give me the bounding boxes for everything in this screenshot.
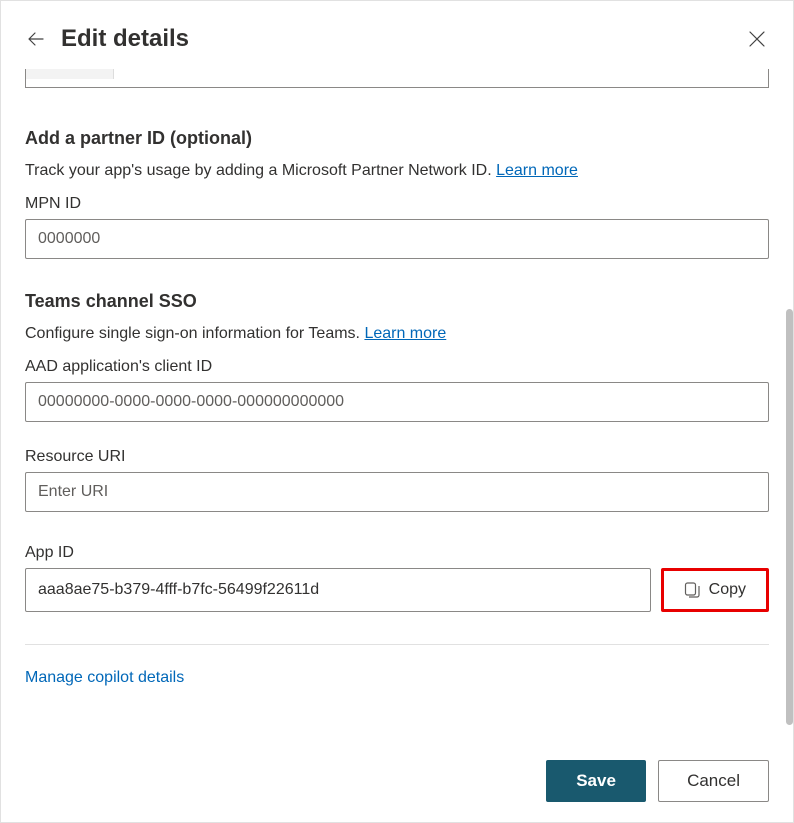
copy-icon <box>684 582 701 599</box>
client-id-field-group: AAD application's client ID <box>25 358 769 422</box>
copy-button[interactable]: Copy <box>666 573 764 607</box>
resource-uri-label: Resource URI <box>25 448 769 466</box>
teams-sso-section: Teams channel SSO Configure single sign-… <box>25 291 769 512</box>
panel-header: Edit details <box>1 1 793 69</box>
header-left: Edit details <box>25 25 189 53</box>
manage-copilot-link[interactable]: Manage copilot details <box>25 669 184 686</box>
mpn-id-input[interactable] <box>25 219 769 259</box>
app-id-row: Copy <box>25 568 769 612</box>
cancel-button[interactable]: Cancel <box>658 760 769 802</box>
app-id-input[interactable] <box>25 568 651 612</box>
resource-uri-field-group: Resource URI <box>25 448 769 512</box>
partner-learn-more-link[interactable]: Learn more <box>496 162 578 179</box>
truncated-previous-field <box>25 69 769 88</box>
scrollbar-thumb[interactable] <box>786 309 793 725</box>
teams-sso-title: Teams channel SSO <box>25 291 769 312</box>
arrow-left-icon <box>26 29 46 49</box>
save-button[interactable]: Save <box>546 760 646 802</box>
scrollbar-track[interactable] <box>785 77 793 725</box>
panel-title: Edit details <box>61 25 189 53</box>
partner-id-section: Add a partner ID (optional) Track your a… <box>25 128 769 259</box>
back-button[interactable] <box>25 28 47 50</box>
partner-id-description: Track your app's usage by adding a Micro… <box>25 159 769 183</box>
client-id-input[interactable] <box>25 382 769 422</box>
truncated-field-addon <box>26 69 114 79</box>
mpn-id-label: MPN ID <box>25 195 769 213</box>
resource-uri-input[interactable] <box>25 472 769 512</box>
client-id-label: AAD application's client ID <box>25 358 769 376</box>
panel-body: Add a partner ID (optional) Track your a… <box>1 69 793 719</box>
sso-learn-more-link[interactable]: Learn more <box>364 325 446 342</box>
copy-button-label: Copy <box>709 581 746 599</box>
partner-id-title: Add a partner ID (optional) <box>25 128 769 149</box>
app-id-section: App ID Copy <box>25 544 769 612</box>
close-icon <box>749 31 765 47</box>
panel-footer: Save Cancel <box>1 740 793 822</box>
teams-sso-description: Configure single sign-on information for… <box>25 322 769 346</box>
close-button[interactable] <box>745 27 769 51</box>
partner-id-desc-text: Track your app's usage by adding a Micro… <box>25 162 496 179</box>
copy-button-highlight: Copy <box>661 568 769 612</box>
teams-sso-desc-text: Configure single sign-on information for… <box>25 325 364 342</box>
app-id-label: App ID <box>25 544 769 562</box>
divider <box>25 644 769 645</box>
